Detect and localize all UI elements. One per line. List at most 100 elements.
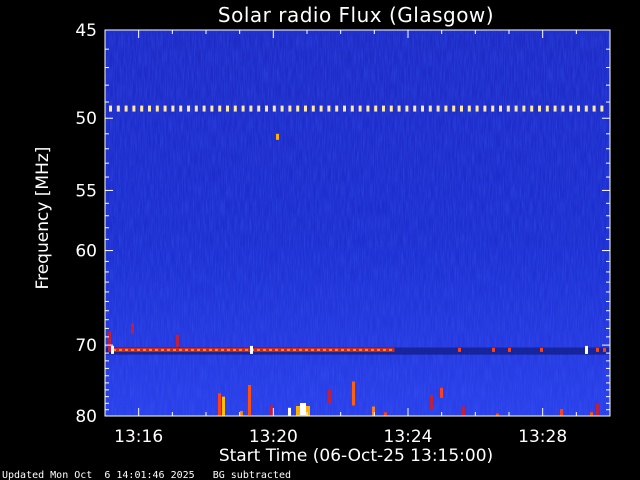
radio-burst bbox=[270, 405, 273, 416]
interference-dot bbox=[452, 105, 456, 112]
interference-dot bbox=[460, 105, 463, 112]
interference-dot bbox=[119, 348, 122, 351]
interference-dot bbox=[269, 348, 272, 351]
radio-burst bbox=[430, 395, 433, 410]
x-tick-label: 13:20 bbox=[249, 427, 298, 447]
y-tick-label: 50 bbox=[75, 109, 97, 129]
interference-dot bbox=[491, 105, 495, 112]
interference-dot bbox=[577, 105, 580, 112]
radio-burst bbox=[462, 406, 465, 416]
interference-dot bbox=[132, 105, 136, 112]
y-tick-label: 55 bbox=[75, 181, 97, 201]
interference-dot bbox=[140, 105, 144, 112]
interference-dot bbox=[389, 348, 392, 351]
interference-dot bbox=[353, 348, 356, 351]
interference-dot bbox=[187, 105, 190, 112]
interference-dot bbox=[167, 348, 170, 351]
interference-dot bbox=[265, 105, 268, 112]
interference-dot bbox=[131, 348, 134, 351]
bright-dot bbox=[250, 345, 253, 354]
interference-dot bbox=[116, 105, 120, 112]
interference-dot bbox=[382, 105, 385, 112]
y-tick-label: 60 bbox=[75, 242, 97, 262]
interference-dot bbox=[293, 348, 296, 351]
interference-dot bbox=[492, 347, 495, 352]
interference-dot bbox=[413, 105, 417, 112]
x-tick-label: 13:24 bbox=[384, 427, 433, 447]
heatmap-noise bbox=[105, 30, 610, 416]
interference-dot bbox=[374, 105, 378, 112]
interference-dot bbox=[239, 348, 242, 351]
interference-dot bbox=[603, 347, 606, 352]
interference-dot bbox=[249, 105, 253, 112]
interference-dot bbox=[288, 105, 292, 112]
radio-burst bbox=[440, 387, 443, 398]
interference-dot bbox=[483, 105, 487, 112]
interference-dot bbox=[241, 105, 245, 112]
interference-dot bbox=[358, 105, 362, 112]
interference-dot bbox=[436, 105, 440, 112]
interference-dot bbox=[538, 105, 541, 112]
interference-dot bbox=[209, 348, 212, 351]
interference-dot bbox=[405, 105, 409, 112]
interference-dot bbox=[335, 105, 339, 112]
interference-dot bbox=[194, 105, 198, 112]
interference-dot bbox=[215, 348, 218, 351]
radio-burst bbox=[596, 403, 599, 416]
interference-dot bbox=[299, 348, 302, 351]
radio-burst bbox=[248, 385, 251, 416]
radio-burst bbox=[560, 409, 563, 416]
emission-speck bbox=[108, 331, 111, 352]
interference-dot bbox=[263, 348, 266, 351]
interference-dot bbox=[155, 348, 158, 351]
interference-dot bbox=[600, 105, 604, 112]
spectrogram-figure: Solar radio Flux (Glasgow) 45 50 55 60 70 80 … bbox=[0, 0, 640, 480]
interference-dot bbox=[319, 105, 323, 112]
interference-dot bbox=[561, 105, 565, 112]
interference-dot bbox=[377, 348, 380, 351]
interference-dot bbox=[458, 347, 461, 352]
interference-dot bbox=[163, 105, 167, 112]
interference-dot bbox=[275, 348, 278, 351]
radio-burst bbox=[352, 381, 355, 406]
interference-dot bbox=[350, 105, 354, 112]
spectrogram-plot: 45 50 55 60 70 80 13:16 13:20 13:24 13:28 bbox=[75, 21, 611, 447]
x-tick-label: 13:28 bbox=[518, 427, 567, 447]
interference-dot bbox=[281, 348, 284, 351]
interference-dot bbox=[173, 348, 176, 351]
interference-dot bbox=[125, 348, 128, 351]
radio-burst bbox=[590, 412, 593, 416]
radio-burst bbox=[222, 396, 225, 416]
interference-blip bbox=[276, 133, 279, 140]
interference-dot bbox=[499, 105, 502, 112]
interference-dot bbox=[226, 105, 229, 112]
interference-dot bbox=[508, 347, 511, 352]
radio-burst bbox=[300, 403, 306, 415]
interference-dot bbox=[341, 348, 344, 351]
interference-dot bbox=[584, 105, 588, 112]
interference-dot bbox=[327, 105, 331, 112]
interference-dot bbox=[592, 105, 596, 112]
interference-dot bbox=[365, 348, 368, 351]
radio-burst bbox=[240, 410, 243, 416]
interference-dot bbox=[233, 105, 237, 112]
interference-dot bbox=[280, 105, 284, 112]
interference-dot bbox=[323, 348, 326, 351]
interference-dot bbox=[149, 348, 152, 351]
interference-dot bbox=[530, 105, 534, 112]
interference-dot bbox=[257, 105, 261, 112]
bright-dot bbox=[111, 345, 114, 354]
interference-dot bbox=[475, 105, 479, 112]
update-footer: Updated Mon Oct 6 14:01:46 2025 BG subtr… bbox=[2, 470, 291, 480]
interference-dot bbox=[185, 348, 188, 351]
interference-dot bbox=[569, 105, 573, 112]
interference-dot bbox=[233, 348, 236, 351]
interference-dot bbox=[343, 105, 346, 112]
interference-dot bbox=[304, 105, 307, 112]
interference-dot bbox=[124, 105, 128, 112]
interference-dot bbox=[179, 105, 183, 112]
interference-dot bbox=[191, 348, 194, 351]
interference-dot bbox=[179, 348, 182, 351]
interference-dot bbox=[202, 105, 206, 112]
interference-dot bbox=[389, 105, 393, 112]
